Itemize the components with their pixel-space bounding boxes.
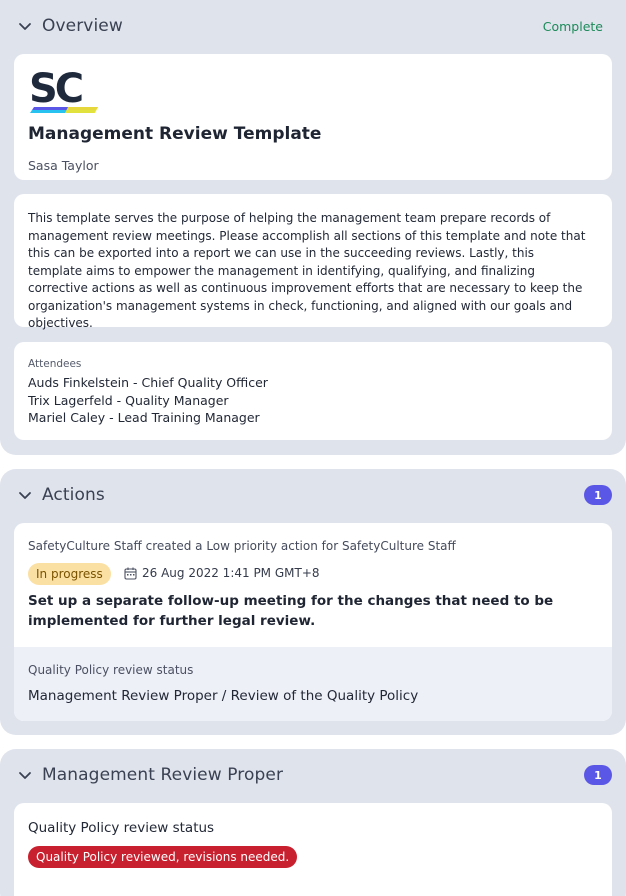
chevron-down-icon[interactable] xyxy=(17,487,33,503)
attendees-label: Attendees xyxy=(28,358,82,370)
overview-title: Overview xyxy=(42,16,123,36)
actions-count-badge: 1 xyxy=(584,485,612,505)
calendar-icon xyxy=(124,567,137,580)
action-card[interactable]: SafetyCulture Staff created a Low priori… xyxy=(14,523,612,721)
linked-question-label: Quality Policy review status xyxy=(28,663,194,677)
overview-section: Overview Complete SC Management Review T… xyxy=(0,0,626,455)
attendees-card: Attendees Auds Finkelstein - Chief Quali… xyxy=(14,342,612,440)
template-title: Management Review Template xyxy=(28,124,322,144)
question-card: Quality Policy review status Quality Pol… xyxy=(14,803,612,896)
attendee-item: Auds Finkelstein - Chief Quality Officer xyxy=(28,375,268,390)
template-description: This template serves the purpose of help… xyxy=(28,211,586,330)
attendee-item: Mariel Caley - Lead Training Manager xyxy=(28,410,260,425)
response-badge: Quality Policy reviewed, revisions neede… xyxy=(28,846,298,868)
linked-question-path: Management Review Proper / Review of the… xyxy=(28,688,419,704)
overview-header[interactable]: Overview Complete xyxy=(0,0,626,52)
attendee-item: Trix Lagerfeld - Quality Manager xyxy=(28,392,229,408)
template-header-card: SC Management Review Template Sasa Taylo… xyxy=(14,54,612,180)
chevron-down-icon[interactable] xyxy=(17,18,33,34)
mrp-header[interactable]: Management Review Proper 1 xyxy=(0,749,626,801)
actions-title: Actions xyxy=(42,485,105,505)
actions-header[interactable]: Actions 1 xyxy=(0,469,626,521)
action-status-badge: In progress xyxy=(28,563,111,585)
safetyculture-logo: SC xyxy=(29,66,98,113)
mrp-title: Management Review Proper xyxy=(42,765,284,785)
attendees-list: Auds Finkelstein - Chief Quality Officer… xyxy=(28,374,268,427)
action-meta: SafetyCulture Staff created a Low priori… xyxy=(28,539,456,553)
actions-section: Actions 1 SafetyCulture Staff created a … xyxy=(0,469,626,735)
mrp-count-badge: 1 xyxy=(584,765,612,785)
description-card: This template serves the purpose of help… xyxy=(14,194,612,330)
chevron-down-icon[interactable] xyxy=(17,767,33,783)
overview-status: Complete xyxy=(542,18,603,34)
svg-text:SC: SC xyxy=(29,66,82,112)
management-review-proper-section: Management Review Proper 1 Quality Polic… xyxy=(0,749,626,896)
action-title: Set up a separate follow-up meeting for … xyxy=(28,593,554,629)
question-label: Quality Policy review status xyxy=(28,820,215,836)
template-author: Sasa Taylor xyxy=(28,158,99,173)
action-due-date: 26 Aug 2022 1:41 PM GMT+8 xyxy=(142,566,320,580)
action-linked-question: Quality Policy review status Management … xyxy=(14,647,612,721)
